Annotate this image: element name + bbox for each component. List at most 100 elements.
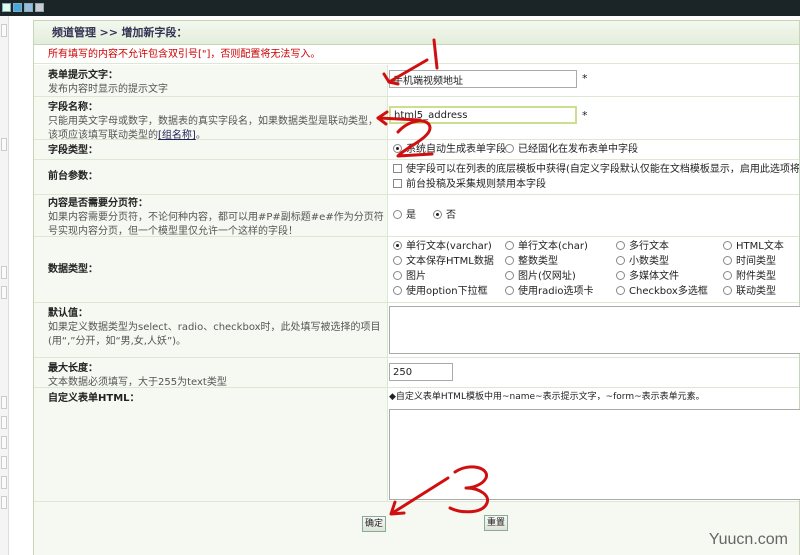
radio-icon[interactable] (393, 286, 402, 295)
data-type-option[interactable]: 使用radio选项卡 (505, 285, 593, 299)
radio-icon[interactable] (616, 271, 625, 280)
radio-icon[interactable] (505, 286, 514, 295)
data-type-label: 单行文本(varchar) (406, 241, 492, 252)
data-type-option[interactable]: 文本保存HTML数据 (393, 255, 494, 269)
paging-yes-option[interactable]: 是 (393, 209, 416, 223)
list-template-option[interactable]: 使字段可以在列表的底层模板中获得(自定义字段默认仅能在文档模板显示，启用此选项将… (393, 163, 799, 177)
radio-icon[interactable] (505, 256, 514, 265)
disable-submit-option[interactable]: 前台投稿及采集规则禁用本字段 (393, 178, 546, 192)
radio-icon[interactable] (505, 241, 514, 250)
field-type-auto-option[interactable]: 系统自动生成表单字段 (393, 143, 506, 157)
radio-icon[interactable] (393, 256, 402, 265)
field-label: 自定义表单HTML： (48, 393, 140, 404)
radio-icon[interactable] (723, 241, 732, 250)
watermark: Yuucn.com (708, 531, 788, 548)
data-type-option[interactable]: 多行文本 (616, 240, 669, 254)
radio-icon[interactable] (393, 144, 402, 153)
required-mark: * (582, 72, 588, 85)
sidebar-tab[interactable] (1, 138, 7, 151)
checkbox-icon[interactable] (393, 179, 402, 188)
data-type-option[interactable]: 多媒体文件 (616, 270, 679, 284)
field-type-fixed-option[interactable]: 已经固化在发布表单中字段 (505, 143, 638, 157)
app-icon[interactable] (2, 3, 11, 12)
reset-button[interactable]: 重置 (484, 515, 508, 531)
row-frontend: 前台参数： 使字段可以在列表的底层模板中获得(自定义字段默认仅能在文档模板显示，… (34, 160, 799, 195)
radio-icon[interactable] (393, 271, 402, 280)
row-custom-html: 自定义表单HTML： ◆自定义表单HTML模板中用~name~表示提示文字，~f… (34, 388, 800, 502)
sidebar-tab[interactable] (1, 496, 7, 509)
sidebar-tab[interactable] (1, 416, 7, 429)
field-desc: 如果定义数据类型为select、radio、checkbox时，此处填写被选择的… (48, 322, 381, 347)
data-type-option[interactable]: 单行文本(varchar) (393, 240, 492, 254)
row-default-value: 默认值： 如果定义数据类型为select、radio、checkbox时，此处填写… (34, 303, 800, 358)
confirm-button[interactable]: 确定 (362, 516, 386, 532)
window-topbar (0, 0, 800, 16)
sidebar-tab[interactable] (1, 286, 7, 299)
radio-icon[interactable] (393, 210, 402, 219)
warning-text: 所有填写的内容不允许包含双引号["]，否则配置将无法写入。 (34, 45, 799, 64)
row-field-type: 字段类型： 系统自动生成表单字段 已经固化在发布表单中字段 (34, 140, 799, 160)
radio-icon[interactable] (433, 210, 442, 219)
data-type-label: 多媒体文件 (629, 271, 679, 282)
custom-html-hint: ◆自定义表单HTML模板中用~name~表示提示文字，~form~表示表单元素。 (389, 392, 705, 402)
field-label: 内容是否需要分页符： (48, 198, 148, 209)
radio-icon[interactable] (723, 286, 732, 295)
paging-no-option[interactable]: 否 (433, 209, 456, 223)
radio-icon[interactable] (616, 256, 625, 265)
window-icon[interactable] (35, 3, 44, 12)
sidebar-tab[interactable] (1, 24, 7, 37)
max-length-input[interactable] (389, 363, 453, 381)
data-type-label: Checkbox多选框 (629, 286, 708, 297)
sidebar-tab[interactable] (1, 396, 7, 409)
data-type-option[interactable]: 使用option下拉框 (393, 285, 488, 299)
data-type-option[interactable]: 图片(仅网址) (505, 270, 576, 284)
radio-icon[interactable] (505, 271, 514, 280)
sidebar-tab[interactable] (1, 476, 7, 489)
data-type-option[interactable]: 小数类型 (616, 255, 669, 269)
row-field-name: 字段名称： 只能用英文字母或数字，数据表的真实字段名，如果数据类型是联动类型，该项… (34, 97, 799, 141)
required-mark: * (582, 109, 588, 122)
radio-icon[interactable] (505, 144, 514, 153)
custom-html-textarea[interactable] (389, 409, 800, 500)
radio-icon[interactable] (723, 271, 732, 280)
field-desc: 如果内容需要分页符，不论何种内容，都可以用#P#副标题#e#作为分页符号实现内容… (48, 212, 384, 237)
row-data-type: 数据类型： 单行文本(varchar) 单行文本(char) 多行文本 HTML文本文… (34, 237, 799, 303)
data-type-label: HTML文本 (736, 241, 784, 252)
data-type-label: 整数类型 (518, 256, 558, 267)
row-max-length: 最大长度： 文本数据必须填写，大于255为text类型 (34, 358, 799, 388)
field-name-input[interactable] (389, 106, 577, 124)
data-type-option[interactable]: 单行文本(char) (505, 240, 588, 254)
field-label: 最大长度： (48, 363, 98, 374)
field-label: 字段类型： (48, 145, 98, 156)
data-type-option[interactable]: 联动类型 (723, 285, 776, 299)
sidebar-tab[interactable] (1, 456, 7, 469)
prompt-text-input[interactable] (389, 70, 577, 88)
checkbox-icon[interactable] (393, 164, 402, 173)
data-type-label: 图片 (406, 271, 426, 282)
radio-icon[interactable] (616, 241, 625, 250)
data-type-option[interactable]: 时间类型 (723, 255, 776, 269)
radio-icon[interactable] (393, 241, 402, 250)
data-type-option[interactable]: HTML文本 (723, 240, 784, 254)
row-prompt-text: 表单提示文字： 发布内容时显示的提示文字 * (34, 65, 799, 97)
field-desc: 发布内容时显示的提示文字 (48, 84, 168, 95)
radio-icon[interactable] (616, 286, 625, 295)
data-type-label: 小数类型 (629, 256, 669, 267)
breadcrumb-section[interactable]: 频道管理 (52, 26, 96, 39)
data-type-label: 联动类型 (736, 286, 776, 297)
sidebar-tab[interactable] (1, 266, 7, 279)
radio-icon[interactable] (723, 256, 732, 265)
data-type-option[interactable]: 附件类型 (723, 270, 776, 284)
field-label: 数据类型： (48, 264, 98, 275)
sidebar-tab[interactable] (1, 436, 7, 449)
field-label: 表单提示文字： (48, 70, 118, 81)
window-icon[interactable] (13, 3, 22, 12)
data-type-option[interactable]: 整数类型 (505, 255, 558, 269)
field-label: 字段名称： (48, 102, 98, 113)
data-type-option[interactable]: 图片 (393, 270, 426, 284)
data-type-option[interactable]: Checkbox多选框 (616, 285, 708, 299)
window-icon[interactable] (24, 3, 33, 12)
default-value-textarea[interactable] (389, 306, 800, 354)
page-title: 增加新字段： (121, 26, 188, 39)
data-type-label: 使用option下拉框 (406, 286, 488, 297)
